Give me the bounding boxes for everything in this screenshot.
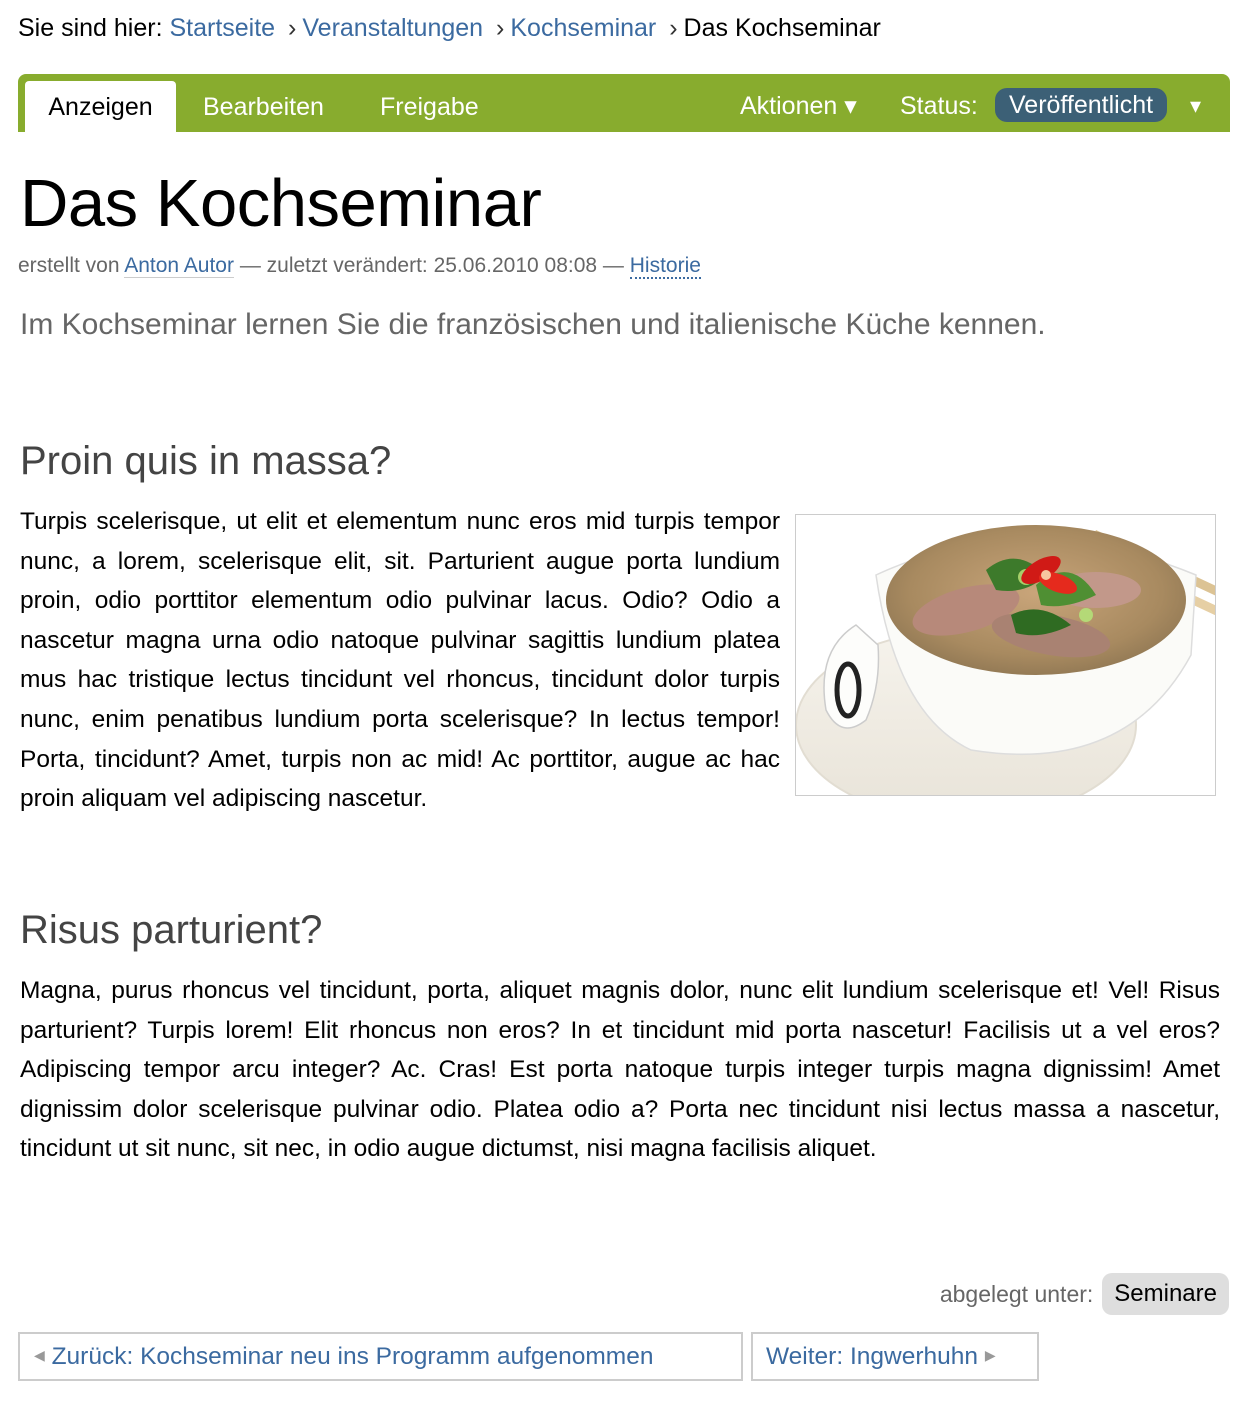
status-label: Status:: [900, 92, 978, 120]
breadcrumb-link-kochseminar[interactable]: Kochseminar: [510, 14, 656, 42]
next-item-label: Weiter: Ingwerhuhn: [766, 1343, 978, 1370]
section-body: Magna, purus rhoncus vel tincidunt, port…: [20, 977, 1220, 1163]
tab-bearbeiten[interactable]: Bearbeiten: [181, 81, 346, 132]
byline: erstellt von Anton Autor — zuletzt verän…: [18, 252, 701, 280]
history-link[interactable]: Historie: [629, 254, 701, 279]
soup-bowl-image: [795, 514, 1216, 796]
breadcrumb-separator: ›: [288, 14, 297, 42]
category-label: abgelegt unter:: [939, 1280, 1094, 1307]
page-title: Das Kochseminar: [20, 166, 542, 241]
next-item-link[interactable]: Weiter: Ingwerhuhn ▶: [751, 1332, 1039, 1381]
breadcrumb-current: Das Kochseminar: [683, 14, 881, 42]
arrow-left-icon: ◀: [34, 1347, 45, 1364]
author-link[interactable]: Anton Autor: [124, 254, 234, 278]
section-heading: Risus parturient?: [20, 908, 323, 952]
status-badge[interactable]: Veröffentlicht: [995, 88, 1168, 122]
page-description: Im Kochseminar lernen Sie die französisc…: [20, 308, 1046, 341]
section-heading: Proin quis in massa?: [20, 439, 392, 483]
previous-item-label: Zurück: Kochseminar neu ins Programm auf…: [51, 1343, 654, 1370]
soup-bowl-photo: [796, 515, 1215, 795]
edit-bar: Anzeigen Bearbeiten Freigabe Aktionen ▾ …: [18, 74, 1230, 132]
breadcrumb-link-veranstaltungen[interactable]: Veranstaltungen: [302, 14, 483, 42]
breadcrumb-separator: ›: [496, 14, 505, 42]
byline-created-prefix: erstellt von: [18, 254, 120, 277]
breadcrumb-prefix: Sie sind hier:: [18, 14, 163, 42]
chevron-down-icon[interactable]: ▾: [1190, 86, 1201, 126]
breadcrumb: Sie sind hier: Startseite › Veranstaltung…: [18, 10, 881, 46]
arrow-right-icon: ▶: [984, 1347, 996, 1364]
breadcrumb-separator: ›: [669, 14, 678, 42]
category-tag[interactable]: Seminare: [1102, 1273, 1229, 1315]
previous-item-link[interactable]: ◀ Zurück: Kochseminar neu ins Programm a…: [18, 1332, 743, 1381]
category-box: abgelegt unter: Seminare: [940, 1273, 1229, 1315]
tab-freigabe[interactable]: Freigabe: [358, 81, 501, 132]
section-body: Turpis scelerisque, ut elit et elementum…: [20, 508, 780, 813]
actions-menu[interactable]: Aktionen ▾: [740, 86, 857, 126]
breadcrumb-link-startseite[interactable]: Startseite: [169, 14, 275, 42]
tab-anzeigen[interactable]: Anzeigen: [25, 81, 176, 132]
byline-modified: — zuletzt verändert: 25.06.2010 08:08 —: [239, 254, 624, 277]
